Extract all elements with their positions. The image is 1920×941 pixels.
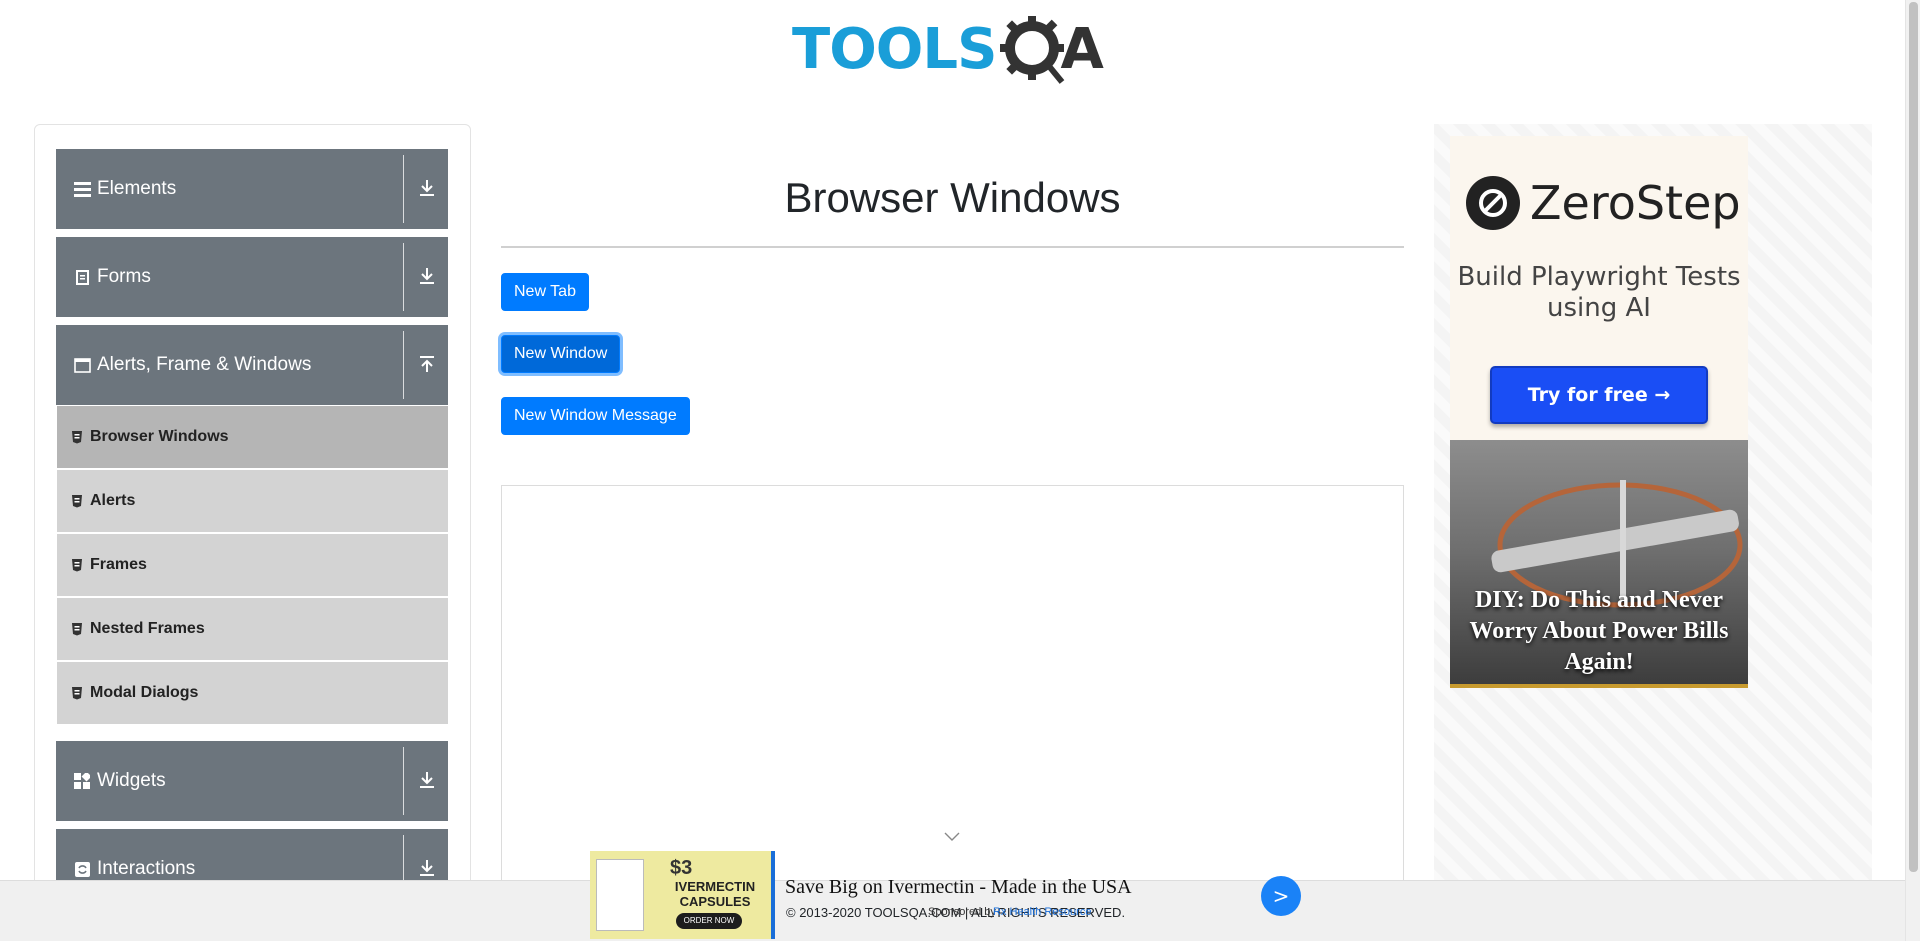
widgets-icon xyxy=(73,772,91,790)
zerostep-logo: ZeroStep xyxy=(1466,176,1741,230)
form-icon xyxy=(73,268,91,286)
left-panel: Elements Forms Alerts, Frame & Windows B… xyxy=(34,124,471,941)
sidebar-item-modal-dialogs[interactable]: Modal Dialogs xyxy=(57,662,448,725)
site-header: TOOLS A xyxy=(0,0,1905,110)
ad-next-button[interactable]: > xyxy=(1261,876,1301,916)
ad-product-image: $3 IVERMECTIN CAPSULES ORDER NOW xyxy=(590,851,775,939)
group-alerts-frame-windows[interactable]: Alerts, Frame & Windows xyxy=(56,325,448,405)
interactions-icon xyxy=(73,860,91,878)
brand-name: ZeroStep xyxy=(1530,176,1741,230)
bottom-sticky-ad[interactable]: $3 IVERMECTIN CAPSULES ORDER NOW Save Bi… xyxy=(590,850,1310,941)
group-title: Widgets xyxy=(97,770,166,791)
sidebar-item-browser-windows[interactable]: Browser Windows xyxy=(57,406,448,469)
zerostep-logo-icon xyxy=(1466,176,1520,230)
group-elements[interactable]: Elements xyxy=(56,149,448,229)
logo-text-a: A xyxy=(1060,17,1104,82)
ad-sponsor-link[interactable]: Rx Health Resource xyxy=(993,906,1091,918)
download-icon[interactable] xyxy=(416,177,438,199)
ad-order-badge: ORDER NOW xyxy=(676,913,742,929)
ad-headline[interactable]: Save Big on Ivermectin - Made in the USA xyxy=(785,876,1132,899)
html-icon xyxy=(72,495,82,508)
logo-text: TOOLS xyxy=(792,17,997,82)
chevron-down-icon[interactable] xyxy=(944,832,960,842)
new-tab-button[interactable]: New Tab xyxy=(501,273,589,311)
group-title: Forms xyxy=(97,266,151,287)
group-widgets[interactable]: Widgets xyxy=(56,741,448,821)
sidebar-item-label: Browser Windows xyxy=(90,428,229,445)
group-title: Interactions xyxy=(97,858,196,879)
divider xyxy=(403,331,404,399)
sidebar-item-label: Nested Frames xyxy=(90,620,205,637)
group-forms[interactable]: Forms xyxy=(56,237,448,317)
new-window-message-button[interactable]: New Window Message xyxy=(501,397,690,435)
ad-sponsored-label: Sponsored by xyxy=(928,906,996,918)
hamburger-icon xyxy=(73,180,91,198)
html-icon xyxy=(72,687,82,700)
sidebar-item-frames[interactable]: Frames xyxy=(57,534,448,597)
sidebar-item-alerts[interactable]: Alerts xyxy=(57,470,448,533)
group-title: Alerts, Frame & Windows xyxy=(97,354,312,375)
divider xyxy=(403,155,404,223)
group-title: Elements xyxy=(97,178,177,199)
diy-story-ad[interactable]: DIY: Do This and Never Worry About Power… xyxy=(1450,440,1748,688)
divider xyxy=(501,246,1404,248)
sidebar-item-label: Alerts xyxy=(90,492,136,509)
new-window-button[interactable]: New Window xyxy=(501,335,621,373)
ad-price: $3 xyxy=(670,857,693,879)
html-icon xyxy=(72,623,82,636)
page-title: Browser Windows xyxy=(784,174,1121,221)
upload-icon[interactable] xyxy=(416,353,438,375)
sidebar-item-nested-frames[interactable]: Nested Frames xyxy=(57,598,448,661)
divider xyxy=(403,243,404,311)
divider xyxy=(403,747,404,815)
zerostep-ad[interactable]: ZeroStep Build Playwright Tests using AI… xyxy=(1450,136,1748,440)
right-ad: ZeroStep Build Playwright Tests using AI… xyxy=(1434,124,1872,941)
download-icon[interactable] xyxy=(416,857,438,879)
pill-bottle-image xyxy=(596,859,644,931)
page-scrollbar[interactable] xyxy=(1905,0,1920,941)
story-caption: DIY: Do This and Never Worry About Power… xyxy=(1469,587,1729,675)
sidebar-item-label: Modal Dialogs xyxy=(90,684,199,701)
gear-icon xyxy=(1000,16,1065,84)
ad-product-name: IVERMECTIN CAPSULES xyxy=(674,879,756,909)
download-icon[interactable] xyxy=(416,265,438,287)
html-icon xyxy=(72,431,82,444)
try-for-free-button[interactable]: Try for free → xyxy=(1490,366,1708,424)
ad-tagline: Build Playwright Tests using AI xyxy=(1457,262,1741,323)
toolsqa-logo[interactable]: TOOLS A xyxy=(792,14,1104,86)
window-icon xyxy=(73,356,91,374)
sidebar-item-label: Frames xyxy=(90,556,147,573)
download-icon[interactable] xyxy=(416,769,438,791)
scrollbar-thumb[interactable] xyxy=(1909,2,1918,872)
html-icon xyxy=(72,559,82,572)
